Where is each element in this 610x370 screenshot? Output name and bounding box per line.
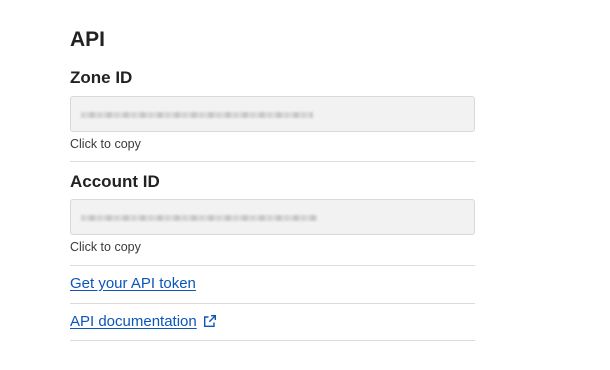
api-documentation-label: API documentation (70, 313, 197, 330)
divider (70, 303, 475, 304)
account-id-copy-field[interactable] (70, 199, 475, 235)
account-id-label: Account ID (70, 172, 160, 191)
section-title: API (70, 28, 106, 51)
divider (70, 340, 475, 341)
account-id-helper: Click to copy (70, 240, 141, 254)
get-api-token-link[interactable]: Get your API token (70, 275, 196, 293)
zone-id-value (81, 112, 313, 118)
api-documentation-link[interactable]: API documentation (70, 313, 217, 333)
external-link-icon (203, 314, 217, 333)
zone-id-label: Zone ID (70, 68, 133, 87)
divider (70, 161, 475, 162)
account-id-value (81, 215, 317, 221)
zone-id-copy-field[interactable] (70, 96, 475, 132)
zone-id-helper: Click to copy (70, 137, 141, 151)
divider (70, 265, 475, 266)
